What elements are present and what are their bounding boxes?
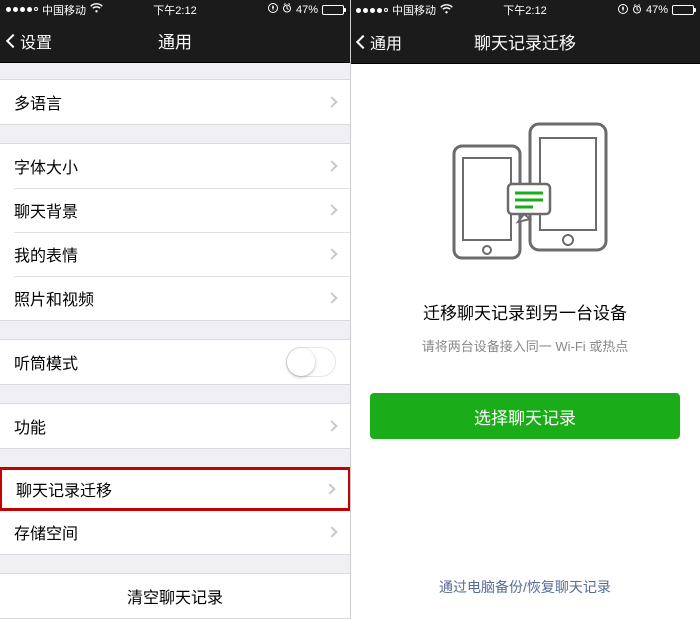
nav-bar: 通用 聊天记录迁移 [350,20,700,64]
row-label: 字体大小 [14,154,78,178]
screen-divider [350,0,351,619]
compass-icon [268,3,278,16]
battery-icon [322,5,344,15]
chevron-right-icon [326,292,337,303]
row-clear-chat[interactable]: 清空聊天记录 [0,574,350,618]
row-font-size[interactable]: 字体大小 [0,144,350,188]
migration-content: 迁移聊天记录到另一台设备 请将两台设备接入同一 Wi-Fi 或热点 选择聊天记录… [350,64,700,619]
chevron-left-icon [356,34,370,48]
carrier-label: 中国移动 [392,2,436,18]
back-button[interactable]: 通用 [350,30,410,54]
carrier-label: 中国移动 [42,2,86,18]
row-earpiece-mode[interactable]: 听筒模式 [0,340,350,384]
compass-icon [618,4,628,17]
row-chat-migration[interactable]: 聊天记录迁移 [0,467,350,511]
row-storage[interactable]: 存储空间 [0,510,350,554]
clock-label: 下午2:12 [503,2,546,18]
chevron-right-icon [324,483,335,494]
earpiece-toggle[interactable] [286,347,336,377]
link-label: 通过电脑备份/恢复聊天记录 [439,579,611,595]
signal-dots-icon [6,7,38,12]
chevron-right-icon [326,248,337,259]
screen-general-settings: 中国移动 下午2:12 47% 设置 通用 [0,0,350,619]
battery-icon [672,5,694,15]
alarm-icon [632,4,642,17]
row-language[interactable]: 多语言 [0,80,350,124]
battery-pct-label: 47% [296,4,318,16]
alarm-icon [282,3,292,16]
row-label: 照片和视频 [14,286,94,310]
chevron-right-icon [326,160,337,171]
row-label: 存储空间 [14,520,78,544]
select-chat-button[interactable]: 选择聊天记录 [370,393,680,439]
migration-heading: 迁移聊天记录到另一台设备 [423,299,627,324]
chevron-right-icon [326,204,337,215]
screen-chat-migration: 中国移动 下午2:12 47% 通用 聊天 [350,0,700,619]
signal-dots-icon [356,8,388,13]
back-button[interactable]: 设置 [0,29,60,53]
wifi-icon [440,4,453,17]
nav-bar: 设置 通用 [0,20,350,63]
row-label: 多语言 [14,90,62,114]
row-label: 清空聊天记录 [127,584,223,608]
migration-subtitle: 请将两台设备接入同一 Wi-Fi 或热点 [422,336,629,355]
row-my-stickers[interactable]: 我的表情 [0,232,350,276]
row-photos-videos[interactable]: 照片和视频 [0,276,350,320]
row-label: 聊天记录迁移 [16,477,112,501]
chevron-right-icon [326,96,337,107]
chevron-right-icon [326,420,337,431]
chevron-left-icon [6,34,20,48]
row-features[interactable]: 功能 [0,404,350,448]
row-chat-background[interactable]: 聊天背景 [0,188,350,232]
row-label: 我的表情 [14,242,78,266]
clock-label: 下午2:12 [153,2,196,18]
battery-pct-label: 47% [646,4,668,16]
status-bar: 中国移动 下午2:12 47% [0,0,350,20]
row-label: 功能 [14,414,46,438]
chevron-right-icon [326,526,337,537]
back-label: 通用 [370,30,402,54]
wifi-icon [90,3,103,16]
row-label: 听筒模式 [14,350,78,374]
button-label: 选择聊天记录 [474,404,576,429]
status-bar: 中国移动 下午2:12 47% [350,0,700,20]
backup-via-pc-link[interactable]: 通过电脑备份/恢复聊天记录 [350,577,700,597]
phones-transfer-icon [430,114,620,269]
row-label: 聊天背景 [14,198,78,222]
back-label: 设置 [20,29,52,53]
